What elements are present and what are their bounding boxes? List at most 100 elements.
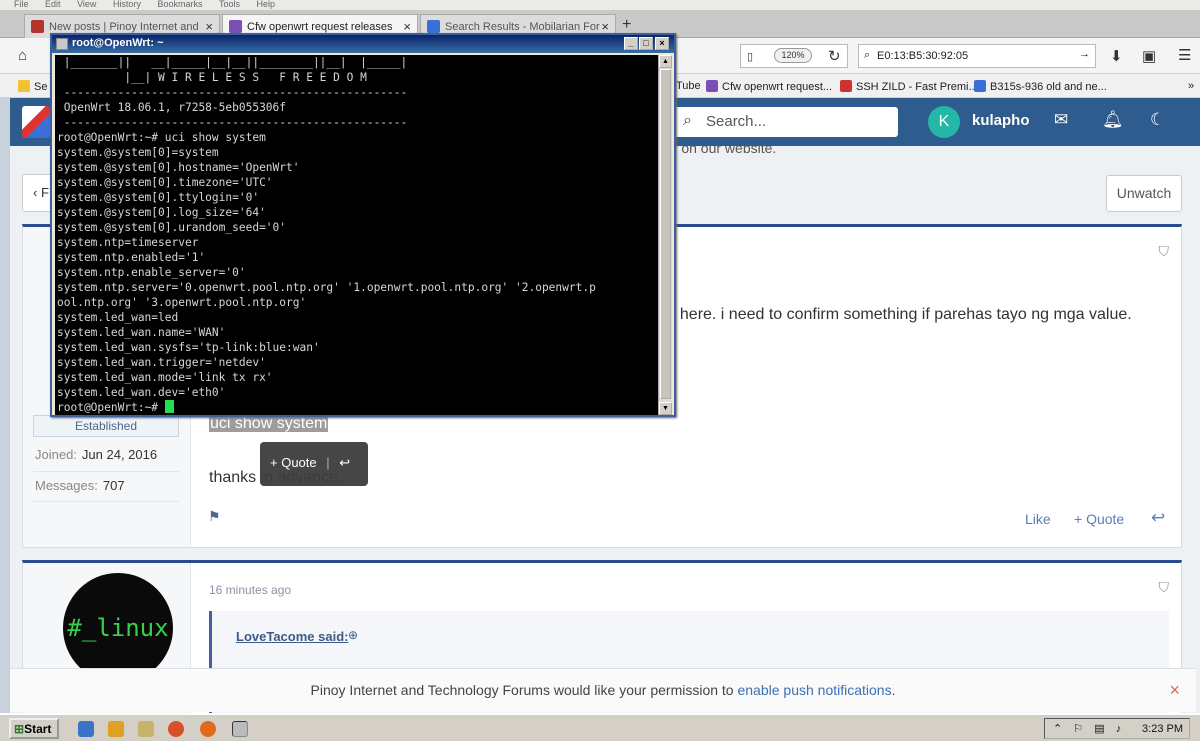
terminal-scrollbar[interactable]: ▲ ▼ xyxy=(658,55,672,415)
terminal-prompt-line: root@OpenWrt:~# xyxy=(57,400,658,415)
putty-terminal-window: root@OpenWrt: ~ _ □ × |_______|| __|____… xyxy=(50,33,676,417)
home-icon[interactable]: ⌂ xyxy=(18,47,27,64)
putty-icon[interactable] xyxy=(232,721,248,737)
terminal-line: system.led_wan.mode='link tx rx' xyxy=(57,371,273,384)
close-tab-icon[interactable]: × xyxy=(205,19,213,34)
bookmark-icon[interactable]: ⛉ xyxy=(1159,579,1170,596)
download-icon[interactable]: ⬇ xyxy=(1110,47,1123,65)
menu-tools[interactable]: Tools xyxy=(219,0,240,9)
screen-bottom-strip xyxy=(0,741,1200,750)
divider xyxy=(33,501,179,502)
folder-icon[interactable] xyxy=(138,721,154,737)
minimize-button[interactable]: _ xyxy=(624,37,638,50)
terminal-line: system.led_wan.sysfs='tp-link:blue:wan' xyxy=(57,341,320,354)
volume-icon[interactable]: ♪ xyxy=(1116,723,1122,735)
clock[interactable]: 3:23 PM xyxy=(1142,723,1183,735)
bookmark-label: B315s-936 old and ne... xyxy=(990,81,1107,93)
forum-logo[interactable] xyxy=(22,106,50,138)
user-avatar[interactable]: K xyxy=(928,106,960,138)
reload-icon[interactable]: ↻ xyxy=(828,47,841,65)
system-tray: ⌃ ⚐ ▤ ♪ 3:23 PM xyxy=(1044,718,1190,739)
bookmark-label: Tube xyxy=(676,80,701,92)
zoom-level[interactable]: 120% xyxy=(774,48,812,63)
putty-title: root@OpenWrt: ~ xyxy=(72,37,164,49)
inbox-icon[interactable]: ✉ xyxy=(1054,110,1068,130)
bookmarks-overflow[interactable]: » xyxy=(1188,80,1194,92)
putty-icon[interactable] xyxy=(56,38,68,50)
tab-label: New posts | Pinoy Internet and xyxy=(49,21,199,33)
smiley-icon xyxy=(18,80,30,92)
sidebar-icon[interactable]: ▣ xyxy=(1142,47,1156,65)
popup-separator: | xyxy=(326,455,330,470)
bookmark-item[interactable]: Tube xyxy=(676,80,701,92)
close-tab-icon[interactable]: × xyxy=(601,19,609,34)
tray-expand-icon[interactable]: ⌃ xyxy=(1053,723,1062,735)
network-icon[interactable]: ▤ xyxy=(1094,723,1104,735)
close-banner-icon[interactable]: × xyxy=(1169,669,1180,711)
scroll-thumb[interactable] xyxy=(660,69,671,399)
close-tab-icon[interactable]: × xyxy=(403,19,411,34)
new-tab-button[interactable]: + xyxy=(622,16,631,34)
forum-favicon-icon xyxy=(229,20,242,33)
user-avatar[interactable]: #_linux xyxy=(63,573,173,683)
menu-history[interactable]: History xyxy=(113,0,141,9)
jump-to-quote-icon[interactable]: ⊕ xyxy=(348,628,358,642)
go-arrow-icon[interactable]: → xyxy=(1079,48,1090,60)
scroll-down-icon[interactable]: ▼ xyxy=(659,402,672,415)
terminal-line: system.@system[0].timezone='UTC' xyxy=(57,176,273,189)
search-icon: ⌕ xyxy=(683,112,692,129)
menu-file[interactable]: File xyxy=(14,0,29,9)
bookmark-icon[interactable]: ⛉ xyxy=(1159,243,1170,260)
joined-label: Joined: xyxy=(35,447,77,462)
report-flag-icon[interactable]: ⚑ xyxy=(208,508,221,525)
post-timestamp[interactable]: 16 minutes ago xyxy=(209,583,291,597)
unwatch-button[interactable]: Unwatch xyxy=(1106,175,1182,212)
cfw-favicon-icon xyxy=(706,80,718,92)
quote-selection-popup[interactable]: + Quote | ↩ xyxy=(260,442,368,486)
menu-bookmarks[interactable]: Bookmarks xyxy=(157,0,202,9)
forum-search-input[interactable]: ⌕ Search... xyxy=(674,107,898,137)
bookmark-item[interactable]: SSH ZILD - Fast Premi... xyxy=(840,80,978,93)
quote-button[interactable]: + Quote xyxy=(1074,511,1124,527)
popup-quote-label[interactable]: + Quote xyxy=(270,455,317,470)
terminal-line: system.led_wan=led xyxy=(57,311,179,324)
push-notification-banner: Pinoy Internet and Technology Forums wou… xyxy=(10,668,1196,712)
terminal-prompt: root@OpenWrt:~# xyxy=(57,401,165,414)
close-button[interactable]: × xyxy=(655,37,669,50)
reply-arrow-icon[interactable]: ↩ xyxy=(1151,508,1165,528)
flag-icon[interactable]: ⚐ xyxy=(1073,723,1083,735)
popup-reply-icon[interactable]: ↩ xyxy=(339,455,350,470)
maximize-button[interactable]: □ xyxy=(639,37,653,50)
search-value: E0:13:B5:30:92:05 xyxy=(877,50,969,62)
menu-edit[interactable]: Edit xyxy=(45,0,61,9)
firefox-icon[interactable] xyxy=(200,721,216,737)
start-label: Start xyxy=(24,722,52,736)
joined-row: Joined: Jun 24, 2016 xyxy=(35,447,157,462)
enable-push-link[interactable]: enable push notifications xyxy=(737,682,891,698)
bookmark-item[interactable]: Se xyxy=(18,80,47,93)
menu-view[interactable]: View xyxy=(77,0,96,9)
reader-view-icon[interactable]: ▯ xyxy=(747,51,753,63)
terminal-line: system.led_wan.name='WAN' xyxy=(57,326,226,339)
like-button[interactable]: Like xyxy=(1025,511,1051,527)
search-field[interactable]: ⌕ E0:13:B5:30:92:05 → xyxy=(858,44,1096,68)
terminal-line: system.ntp.server='0.openwrt.pool.ntp.or… xyxy=(57,281,596,294)
scroll-up-icon[interactable]: ▲ xyxy=(659,55,672,68)
menu-help[interactable]: Help xyxy=(257,0,276,9)
terminal-line: system.@system[0].hostname='OpenWrt' xyxy=(57,161,300,174)
menu-icon[interactable]: ☰ xyxy=(1178,46,1191,64)
terminal-output[interactable]: |_______|| __|_____|__|__||________||__|… xyxy=(55,55,658,415)
chrome-icon[interactable] xyxy=(168,721,184,737)
terminal-line: |_______|| __|_____|__|__||________||__|… xyxy=(57,56,408,69)
bookmark-item[interactable]: Cfw openwrt request... xyxy=(706,80,832,93)
media-player-icon[interactable] xyxy=(108,721,124,737)
putty-title-bar[interactable]: root@OpenWrt: ~ _ □ × xyxy=(52,35,674,53)
username-link[interactable]: kulapho xyxy=(972,112,1030,129)
ie-icon[interactable] xyxy=(78,721,94,737)
moon-icon[interactable]: ☾ xyxy=(1150,110,1165,130)
quote-author-link[interactable]: LoveTacome said: xyxy=(236,629,348,644)
terminal-line: system.ntp.enable_server='0' xyxy=(57,266,246,279)
bell-icon[interactable]: 🔔︎ xyxy=(1102,110,1124,130)
bookmark-item[interactable]: B315s-936 old and ne... xyxy=(974,80,1107,93)
start-button[interactable]: ⊞Start xyxy=(9,718,59,739)
